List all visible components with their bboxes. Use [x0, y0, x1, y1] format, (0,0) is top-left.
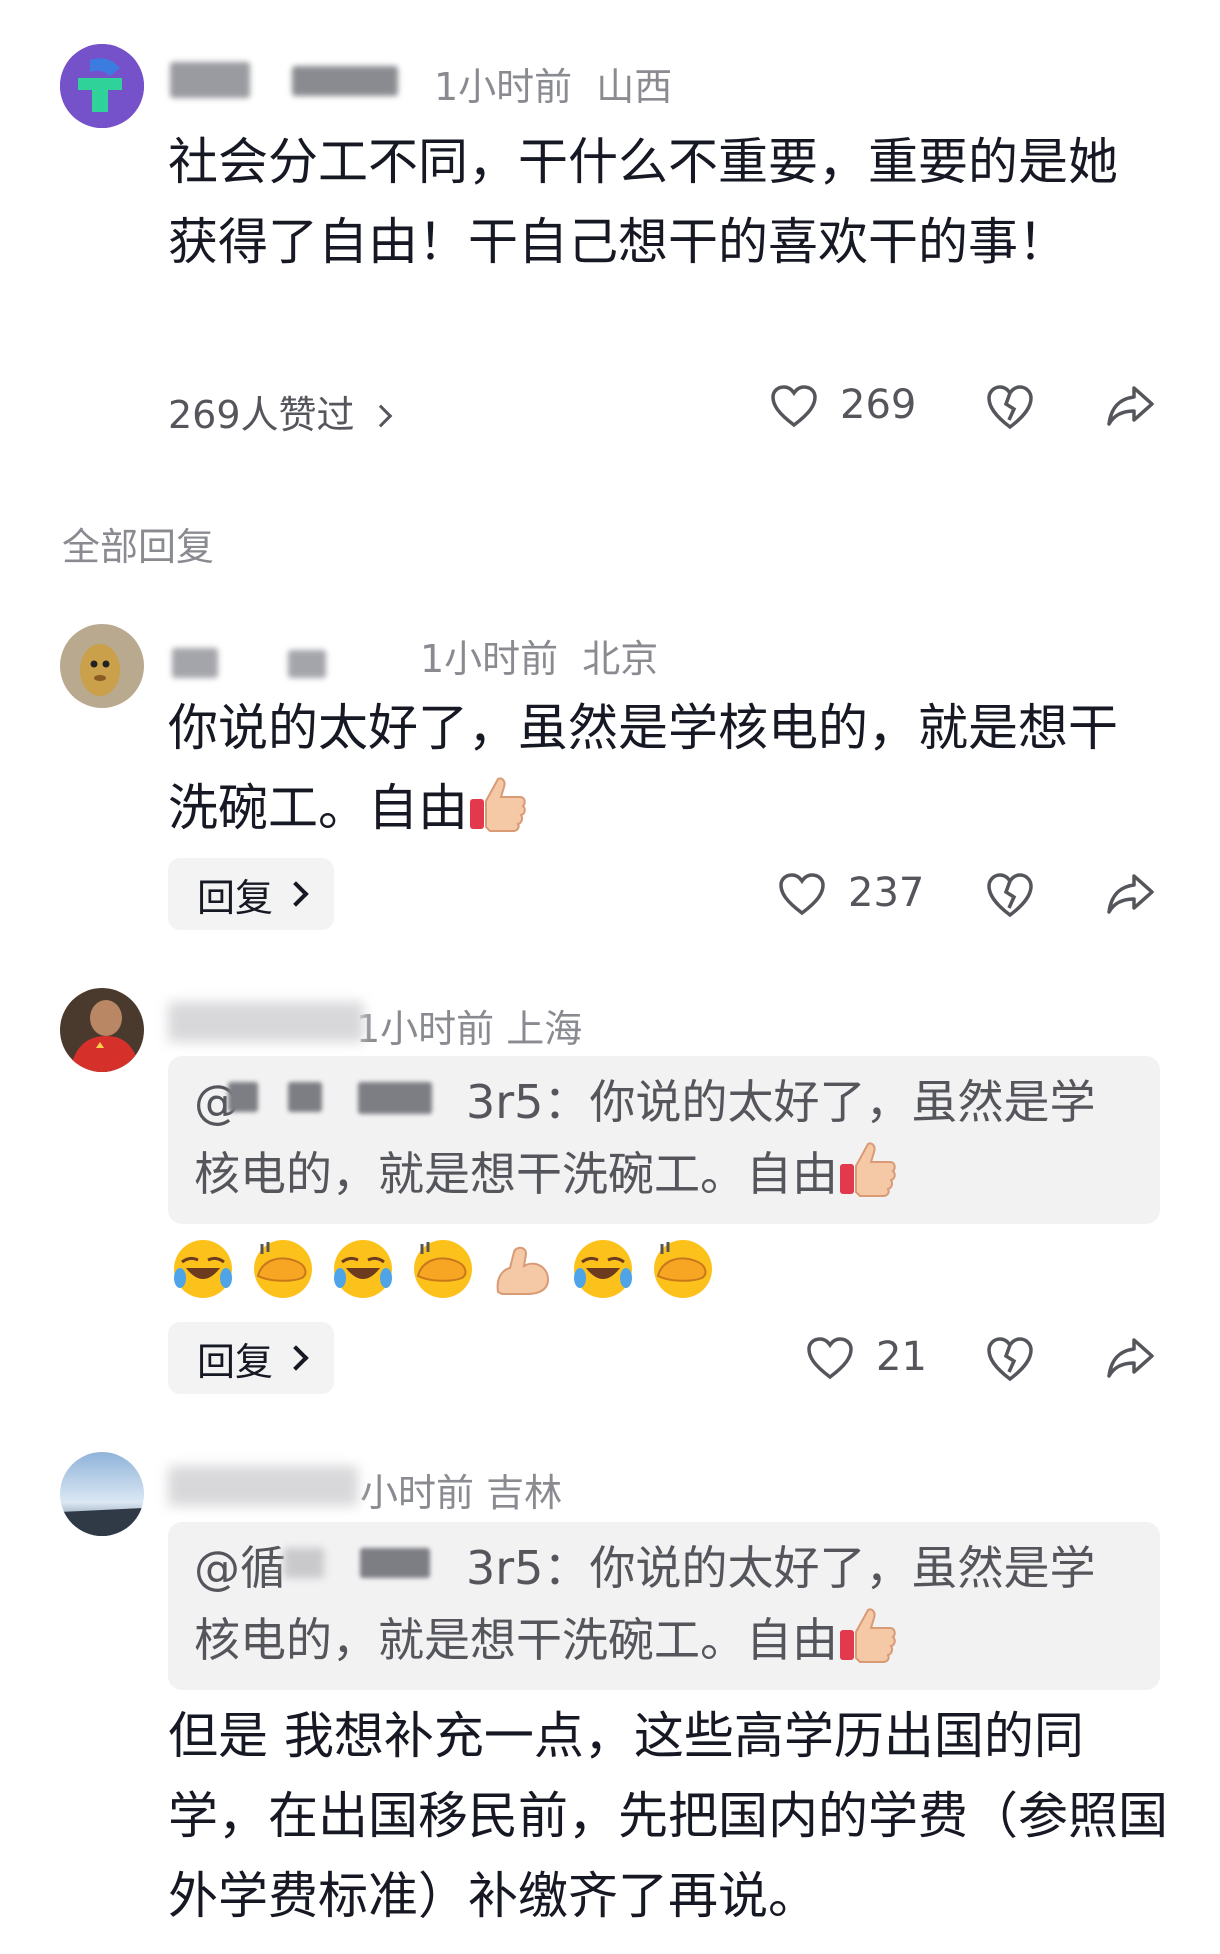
quoted-text: 3r5：你说的太好了，虽然是学核电的，就是想干洗碗工。自由 [194, 1541, 1096, 1667]
avatar[interactable] [60, 1452, 144, 1536]
reply-location: 北京 [582, 637, 659, 681]
avatar[interactable] [60, 988, 144, 1072]
mention-prefix: @循 [194, 1541, 286, 1595]
redacted-mention [360, 1548, 430, 1578]
thumbs-up-emoji [838, 1140, 898, 1198]
redacted-mention [288, 1082, 322, 1112]
reply-text-body: 你说的太好了，虽然是学核电的，就是想干洗碗工。自由 [168, 699, 1118, 837]
reply-button[interactable]: 回复 [168, 1322, 334, 1394]
reply-button[interactable]: 回复 [168, 858, 334, 930]
redacted-mention [228, 1082, 258, 1112]
reply-button-label: 回复 [196, 1339, 273, 1384]
redacted-mention [284, 1548, 324, 1578]
comment-meta: 1小时前 山西 [434, 56, 672, 111]
heart-outline-icon[interactable] [806, 1336, 854, 1384]
like-count: 237 [848, 870, 925, 916]
reply-text: 你说的太好了，虽然是学核电的，就是想干洗碗工。自由 [168, 688, 1128, 848]
reply-meta: 1小时前 北京 [420, 628, 658, 683]
thumbs-up-emoji [838, 1606, 898, 1664]
broken-heart-icon[interactable] [986, 872, 1034, 922]
comment-time: 1小时前 [434, 65, 573, 109]
redacted-username [292, 66, 398, 96]
likes-summary[interactable]: 269人赞过 [168, 384, 392, 439]
comment-location: 山西 [596, 65, 673, 109]
reply-meta-text: 1小时前 上海 [356, 1007, 583, 1051]
face-with-hand-emoji [652, 1238, 714, 1300]
share-arrow-icon[interactable] [1106, 384, 1156, 432]
redacted-username [170, 62, 250, 98]
redacted-mention [358, 1082, 432, 1114]
quoted-text: 3r5：你说的太好了，虽然是学核电的，就是想干洗碗工。自由 [194, 1075, 1096, 1201]
share-arrow-icon[interactable] [1106, 872, 1156, 920]
broken-heart-icon[interactable] [986, 1336, 1034, 1386]
likes-summary-label: 269人赞过 [168, 393, 355, 437]
reply-text: 但是 我想补充一点，这些高学历出国的同学，在出国移民前，先把国内的学费（参照国外… [168, 1707, 1168, 1925]
broken-heart-icon[interactable] [986, 384, 1034, 434]
chevron-right-icon [283, 1345, 309, 1371]
chevron-right-icon [283, 881, 309, 907]
reply-button-label: 回复 [196, 875, 273, 920]
rolling-laugh-emoji [172, 1238, 234, 1300]
rolling-laugh-emoji [572, 1238, 634, 1300]
thumbs-up-emoji [468, 775, 528, 833]
redacted-username [288, 650, 326, 678]
heart-outline-icon[interactable] [778, 872, 826, 920]
reply-time: 1小时前 [420, 637, 559, 681]
redacted-username [168, 1466, 358, 1506]
heart-outline-icon[interactable] [770, 384, 818, 432]
section-title: 全部回复 [62, 525, 215, 569]
like-count: 269 [840, 382, 917, 428]
rolling-laugh-emoji [332, 1238, 394, 1300]
reply-meta-text: 小时前 吉林 [360, 1471, 563, 1515]
share-arrow-icon[interactable] [1106, 1336, 1156, 1384]
like-count: 21 [876, 1334, 927, 1380]
chevron-right-icon [369, 404, 392, 428]
comment-text: 社会分工不同，干什么不重要，重要的是她获得了自由！干自己想干的喜欢干的事！ [168, 133, 1118, 271]
avatar[interactable] [60, 44, 144, 128]
face-with-hand-emoji [252, 1238, 314, 1300]
face-with-hand-emoji [412, 1238, 474, 1300]
redacted-username [168, 1002, 364, 1042]
emoji-row [172, 1238, 714, 1300]
avatar[interactable] [60, 624, 144, 708]
flexed-biceps-emoji [492, 1238, 554, 1300]
redacted-username [172, 648, 218, 678]
